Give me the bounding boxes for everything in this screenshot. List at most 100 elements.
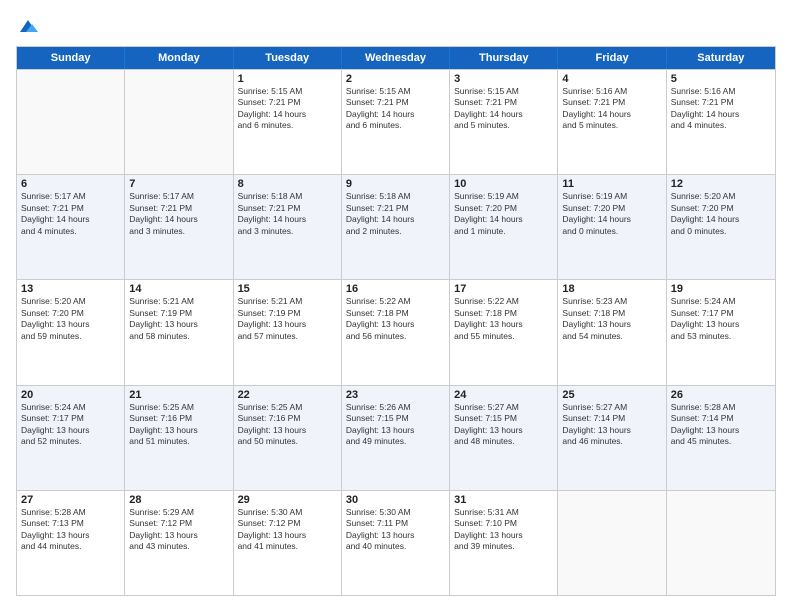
day-header-saturday: Saturday	[667, 47, 775, 69]
day-number: 25	[562, 389, 661, 401]
cell-content: Sunrise: 5:17 AM Sunset: 7:21 PM Dayligh…	[21, 191, 120, 237]
calendar-header: SundayMondayTuesdayWednesdayThursdayFrid…	[17, 47, 775, 69]
table-row: 26Sunrise: 5:28 AM Sunset: 7:14 PM Dayli…	[667, 386, 775, 490]
cell-content: Sunrise: 5:28 AM Sunset: 7:14 PM Dayligh…	[671, 402, 771, 448]
calendar-body: 1Sunrise: 5:15 AM Sunset: 7:21 PM Daylig…	[17, 69, 775, 595]
cell-content: Sunrise: 5:23 AM Sunset: 7:18 PM Dayligh…	[562, 296, 661, 342]
table-row: 31Sunrise: 5:31 AM Sunset: 7:10 PM Dayli…	[450, 491, 558, 595]
cell-content: Sunrise: 5:19 AM Sunset: 7:20 PM Dayligh…	[454, 191, 553, 237]
cell-content: Sunrise: 5:26 AM Sunset: 7:15 PM Dayligh…	[346, 402, 445, 448]
table-row: 19Sunrise: 5:24 AM Sunset: 7:17 PM Dayli…	[667, 280, 775, 384]
calendar-week-1: 1Sunrise: 5:15 AM Sunset: 7:21 PM Daylig…	[17, 69, 775, 174]
day-number: 1	[238, 73, 337, 85]
calendar-week-4: 20Sunrise: 5:24 AM Sunset: 7:17 PM Dayli…	[17, 385, 775, 490]
table-row: 10Sunrise: 5:19 AM Sunset: 7:20 PM Dayli…	[450, 175, 558, 279]
day-number: 14	[129, 283, 228, 295]
cell-content: Sunrise: 5:15 AM Sunset: 7:21 PM Dayligh…	[238, 86, 337, 132]
table-row: 14Sunrise: 5:21 AM Sunset: 7:19 PM Dayli…	[125, 280, 233, 384]
day-number: 19	[671, 283, 771, 295]
logo-icon	[18, 16, 38, 36]
cell-content: Sunrise: 5:18 AM Sunset: 7:21 PM Dayligh…	[238, 191, 337, 237]
table-row	[667, 491, 775, 595]
table-row: 21Sunrise: 5:25 AM Sunset: 7:16 PM Dayli…	[125, 386, 233, 490]
day-number: 18	[562, 283, 661, 295]
day-number: 20	[21, 389, 120, 401]
table-row: 30Sunrise: 5:30 AM Sunset: 7:11 PM Dayli…	[342, 491, 450, 595]
day-number: 16	[346, 283, 445, 295]
calendar-week-5: 27Sunrise: 5:28 AM Sunset: 7:13 PM Dayli…	[17, 490, 775, 595]
calendar-week-2: 6Sunrise: 5:17 AM Sunset: 7:21 PM Daylig…	[17, 174, 775, 279]
day-header-wednesday: Wednesday	[342, 47, 450, 69]
cell-content: Sunrise: 5:21 AM Sunset: 7:19 PM Dayligh…	[129, 296, 228, 342]
day-number: 12	[671, 178, 771, 190]
cell-content: Sunrise: 5:27 AM Sunset: 7:15 PM Dayligh…	[454, 402, 553, 448]
table-row: 8Sunrise: 5:18 AM Sunset: 7:21 PM Daylig…	[234, 175, 342, 279]
table-row: 17Sunrise: 5:22 AM Sunset: 7:18 PM Dayli…	[450, 280, 558, 384]
calendar: SundayMondayTuesdayWednesdayThursdayFrid…	[16, 46, 776, 596]
table-row: 12Sunrise: 5:20 AM Sunset: 7:20 PM Dayli…	[667, 175, 775, 279]
day-number: 17	[454, 283, 553, 295]
day-header-sunday: Sunday	[17, 47, 125, 69]
table-row: 29Sunrise: 5:30 AM Sunset: 7:12 PM Dayli…	[234, 491, 342, 595]
table-row: 22Sunrise: 5:25 AM Sunset: 7:16 PM Dayli…	[234, 386, 342, 490]
day-number: 27	[21, 494, 120, 506]
cell-content: Sunrise: 5:28 AM Sunset: 7:13 PM Dayligh…	[21, 507, 120, 553]
table-row	[558, 491, 666, 595]
cell-content: Sunrise: 5:20 AM Sunset: 7:20 PM Dayligh…	[21, 296, 120, 342]
table-row: 27Sunrise: 5:28 AM Sunset: 7:13 PM Dayli…	[17, 491, 125, 595]
table-row: 16Sunrise: 5:22 AM Sunset: 7:18 PM Dayli…	[342, 280, 450, 384]
day-number: 4	[562, 73, 661, 85]
day-number: 2	[346, 73, 445, 85]
table-row: 28Sunrise: 5:29 AM Sunset: 7:12 PM Dayli…	[125, 491, 233, 595]
page: SundayMondayTuesdayWednesdayThursdayFrid…	[0, 0, 792, 612]
cell-content: Sunrise: 5:29 AM Sunset: 7:12 PM Dayligh…	[129, 507, 228, 553]
cell-content: Sunrise: 5:24 AM Sunset: 7:17 PM Dayligh…	[671, 296, 771, 342]
cell-content: Sunrise: 5:15 AM Sunset: 7:21 PM Dayligh…	[346, 86, 445, 132]
day-header-thursday: Thursday	[450, 47, 558, 69]
day-number: 3	[454, 73, 553, 85]
day-number: 6	[21, 178, 120, 190]
logo	[16, 16, 38, 36]
day-header-monday: Monday	[125, 47, 233, 69]
table-row	[125, 70, 233, 174]
calendar-week-3: 13Sunrise: 5:20 AM Sunset: 7:20 PM Dayli…	[17, 279, 775, 384]
day-number: 7	[129, 178, 228, 190]
cell-content: Sunrise: 5:16 AM Sunset: 7:21 PM Dayligh…	[671, 86, 771, 132]
cell-content: Sunrise: 5:15 AM Sunset: 7:21 PM Dayligh…	[454, 86, 553, 132]
day-number: 21	[129, 389, 228, 401]
day-number: 8	[238, 178, 337, 190]
table-row: 2Sunrise: 5:15 AM Sunset: 7:21 PM Daylig…	[342, 70, 450, 174]
day-header-tuesday: Tuesday	[234, 47, 342, 69]
cell-content: Sunrise: 5:21 AM Sunset: 7:19 PM Dayligh…	[238, 296, 337, 342]
cell-content: Sunrise: 5:19 AM Sunset: 7:20 PM Dayligh…	[562, 191, 661, 237]
cell-content: Sunrise: 5:30 AM Sunset: 7:11 PM Dayligh…	[346, 507, 445, 553]
table-row	[17, 70, 125, 174]
table-row: 9Sunrise: 5:18 AM Sunset: 7:21 PM Daylig…	[342, 175, 450, 279]
cell-content: Sunrise: 5:30 AM Sunset: 7:12 PM Dayligh…	[238, 507, 337, 553]
day-number: 10	[454, 178, 553, 190]
table-row: 13Sunrise: 5:20 AM Sunset: 7:20 PM Dayli…	[17, 280, 125, 384]
cell-content: Sunrise: 5:24 AM Sunset: 7:17 PM Dayligh…	[21, 402, 120, 448]
cell-content: Sunrise: 5:22 AM Sunset: 7:18 PM Dayligh…	[454, 296, 553, 342]
table-row: 7Sunrise: 5:17 AM Sunset: 7:21 PM Daylig…	[125, 175, 233, 279]
day-number: 23	[346, 389, 445, 401]
day-number: 11	[562, 178, 661, 190]
table-row: 18Sunrise: 5:23 AM Sunset: 7:18 PM Dayli…	[558, 280, 666, 384]
day-number: 9	[346, 178, 445, 190]
cell-content: Sunrise: 5:16 AM Sunset: 7:21 PM Dayligh…	[562, 86, 661, 132]
day-number: 29	[238, 494, 337, 506]
table-row: 3Sunrise: 5:15 AM Sunset: 7:21 PM Daylig…	[450, 70, 558, 174]
table-row: 6Sunrise: 5:17 AM Sunset: 7:21 PM Daylig…	[17, 175, 125, 279]
cell-content: Sunrise: 5:18 AM Sunset: 7:21 PM Dayligh…	[346, 191, 445, 237]
table-row: 25Sunrise: 5:27 AM Sunset: 7:14 PM Dayli…	[558, 386, 666, 490]
table-row: 5Sunrise: 5:16 AM Sunset: 7:21 PM Daylig…	[667, 70, 775, 174]
day-number: 31	[454, 494, 553, 506]
cell-content: Sunrise: 5:25 AM Sunset: 7:16 PM Dayligh…	[238, 402, 337, 448]
cell-content: Sunrise: 5:25 AM Sunset: 7:16 PM Dayligh…	[129, 402, 228, 448]
table-row: 11Sunrise: 5:19 AM Sunset: 7:20 PM Dayli…	[558, 175, 666, 279]
day-header-friday: Friday	[558, 47, 666, 69]
day-number: 5	[671, 73, 771, 85]
cell-content: Sunrise: 5:22 AM Sunset: 7:18 PM Dayligh…	[346, 296, 445, 342]
day-number: 30	[346, 494, 445, 506]
cell-content: Sunrise: 5:17 AM Sunset: 7:21 PM Dayligh…	[129, 191, 228, 237]
